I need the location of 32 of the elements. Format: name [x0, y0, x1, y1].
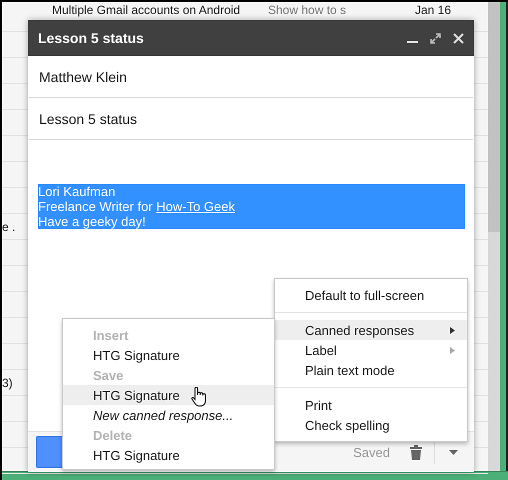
trash-icon[interactable]	[410, 444, 422, 460]
subject-field[interactable]: Lesson 5 status	[29, 98, 473, 140]
hand-cursor-icon	[191, 387, 207, 407]
menu-item[interactable]: HTG Signature	[63, 345, 274, 365]
menu-section-heading: Save	[92, 366, 124, 384]
email-subject: Multiple Gmail accounts on Android	[52, 3, 240, 17]
signature-line: Freelance Writer for	[38, 199, 154, 214]
save-status: Saved	[353, 444, 390, 460]
email-snippet: e .	[2, 220, 16, 234]
menu-item[interactable]: Plain text mode	[275, 360, 467, 380]
menu-item[interactable]: Label	[275, 340, 467, 360]
menu-item[interactable]: Canned responses	[275, 320, 467, 340]
signature-line: Have a geeky day!	[38, 214, 146, 229]
recipient-field[interactable]: Matthew Klein	[29, 56, 473, 98]
email-snippet: 3)	[2, 376, 13, 390]
caret-icon[interactable]	[449, 450, 458, 454]
menu-section-heading: Delete	[92, 426, 134, 444]
menu-section-heading: Insert	[92, 326, 130, 344]
scrollbar[interactable]	[488, 2, 500, 471]
menu-item[interactable]: Default to full-screen	[275, 285, 467, 305]
signature-line: Lori Kaufman	[38, 184, 116, 199]
close-icon[interactable]	[453, 32, 464, 44]
window-title: Lesson 5 status	[38, 30, 145, 46]
menu-item[interactable]: New canned response...	[63, 405, 274, 425]
menu-item[interactable]: HTG Signature	[63, 445, 274, 465]
expand-icon[interactable]	[430, 32, 441, 44]
email-snippet: Show how to s	[268, 3, 346, 17]
send-button[interactable]	[36, 436, 64, 468]
menu-item[interactable]: Check spelling	[275, 415, 467, 435]
menu-item[interactable]: HTG Signature	[63, 385, 274, 405]
menu-item[interactable]: Print	[275, 395, 467, 415]
email-date: Jan 16	[415, 3, 452, 17]
